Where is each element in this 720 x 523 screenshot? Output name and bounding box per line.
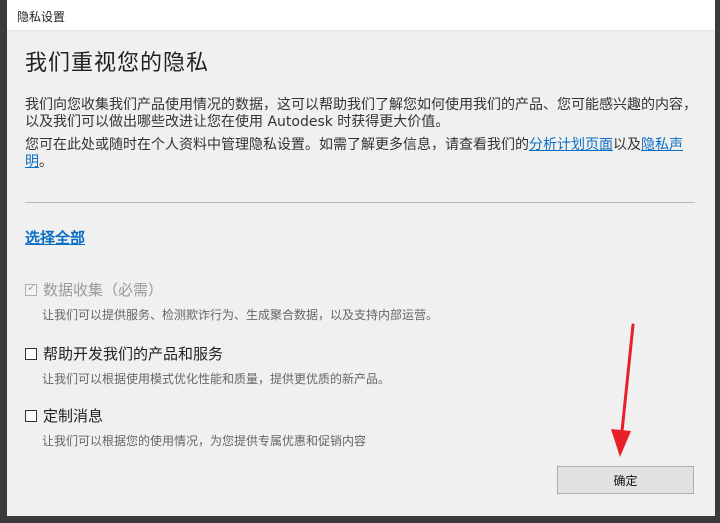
option-data-collection: 数据收集（必需） 让我们可以提供服务、检测欺诈行为、生成聚合数据，以及支持内部运…	[25, 279, 438, 323]
option-label: 数据收集（必需）	[43, 281, 164, 299]
intro-paragraph: 我们向您收集我们产品使用情况的数据，这可以帮助我们了解您如何使用我们的产品、您可…	[25, 97, 697, 130]
title-bar: 隐私设置	[7, 0, 715, 31]
paragraph-text: 。	[39, 154, 53, 170]
paragraph-text: 以及	[613, 137, 641, 153]
data-collection-checkbox	[25, 281, 37, 296]
option-product-development: 帮助开发我们的产品和服务 让我们可以根据使用模式优化性能和质量，提供更优质的新产…	[25, 343, 390, 387]
manage-settings-paragraph: 您可在此处或随时在个人资料中管理隐私设置。如需了解更多信息，请查看我们的分析计划…	[25, 137, 705, 171]
option-description: 让我们可以根据您的使用情况，为您提供专属优惠和促销内容	[42, 434, 367, 448]
ok-button[interactable]: 确定	[557, 466, 694, 494]
red-arrow-annotation	[611, 323, 635, 457]
window-edge	[715, 0, 720, 523]
dialog-content: 我们重视您的隐私 我们向您收集我们产品使用情况的数据，这可以帮助我们了解您如何使…	[7, 31, 715, 516]
custom-messages-checkbox[interactable]	[25, 409, 37, 422]
paragraph-text: 您可在此处或随时在个人资料中管理隐私设置。如需了解更多信息，请查看我们的	[25, 137, 529, 153]
select-all-link[interactable]: 选择全部	[25, 227, 85, 248]
option-description: 让我们可以提供服务、检测欺诈行为、生成聚合数据，以及支持内部运营。	[42, 308, 439, 322]
option-label[interactable]: 定制消息	[43, 405, 103, 426]
privacy-settings-dialog: 隐私设置 我们重视您的隐私 我们向您收集我们产品使用情况的数据，这可以帮助我们了…	[7, 0, 715, 516]
option-label[interactable]: 帮助开发我们的产品和服务	[43, 343, 223, 364]
product-development-checkbox[interactable]	[25, 347, 37, 360]
divider	[25, 202, 695, 203]
option-custom-messages: 定制消息 让我们可以根据您的使用情况，为您提供专属优惠和促销内容	[25, 405, 366, 449]
window-title: 隐私设置	[17, 10, 66, 24]
option-description: 让我们可以根据使用模式优化性能和质量，提供更优质的新产品。	[42, 372, 391, 386]
analytics-program-link[interactable]: 分析计划页面	[529, 137, 613, 153]
page-title: 我们重视您的隐私	[25, 51, 210, 76]
